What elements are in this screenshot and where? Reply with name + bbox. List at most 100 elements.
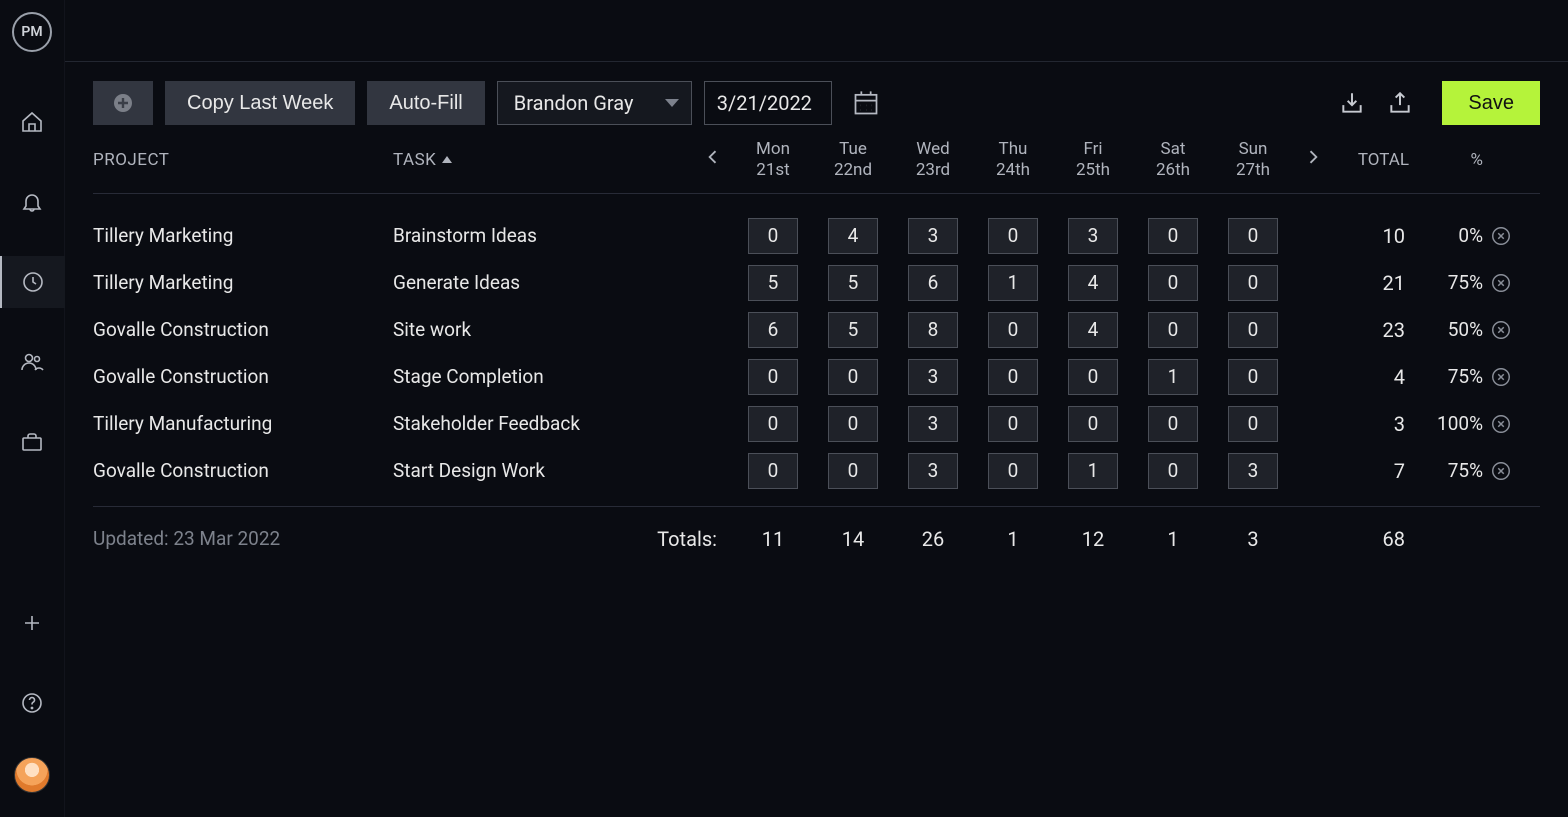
hours-input[interactable]: 0 <box>1148 406 1198 442</box>
column-total: 1 <box>1133 527 1213 551</box>
hours-input[interactable]: 1 <box>1148 359 1198 395</box>
delete-row-button[interactable] <box>1483 319 1519 341</box>
hours-input[interactable]: 0 <box>1228 265 1278 301</box>
chevron-right-icon <box>1303 147 1323 167</box>
hours-input[interactable]: 5 <box>828 265 878 301</box>
delete-row-button[interactable] <box>1483 413 1519 435</box>
hours-input[interactable]: 3 <box>908 406 958 442</box>
date-input[interactable]: 3/21/2022 <box>704 81 832 125</box>
column-total: 11 <box>733 527 813 551</box>
hours-input[interactable]: 0 <box>748 406 798 442</box>
hours-input[interactable]: 0 <box>1148 453 1198 489</box>
hours-input[interactable]: 3 <box>1068 218 1118 254</box>
close-circle-icon <box>1490 366 1512 388</box>
hours-input[interactable]: 3 <box>1228 453 1278 489</box>
nav-projects[interactable] <box>0 416 65 468</box>
export-button[interactable] <box>1382 85 1418 121</box>
hours-input[interactable]: 6 <box>908 265 958 301</box>
hours-input[interactable]: 4 <box>828 218 878 254</box>
hours-input[interactable]: 0 <box>988 406 1038 442</box>
table-row: Tillery MarketingBrainstorm Ideas0430300… <box>93 212 1540 259</box>
hours-input[interactable]: 0 <box>1068 359 1118 395</box>
task-cell: Site work <box>393 318 693 341</box>
hours-input[interactable]: 5 <box>828 312 878 348</box>
hours-input[interactable]: 0 <box>1068 406 1118 442</box>
user-avatar[interactable] <box>14 757 50 793</box>
nav-help[interactable] <box>0 677 65 729</box>
delete-row-button[interactable] <box>1483 225 1519 247</box>
hours-input[interactable]: 0 <box>828 453 878 489</box>
next-week-button[interactable] <box>1293 147 1333 172</box>
hours-input[interactable]: 3 <box>908 218 958 254</box>
column-total: 3 <box>1213 527 1293 551</box>
save-button[interactable]: Save <box>1442 81 1540 125</box>
table-row: Govalle ConstructionStart Design Work003… <box>93 447 1540 494</box>
clock-icon <box>21 270 45 294</box>
hours-input[interactable]: 0 <box>1228 312 1278 348</box>
nav-team[interactable] <box>0 336 65 388</box>
hours-input[interactable]: 0 <box>988 359 1038 395</box>
calendar-icon <box>852 89 880 117</box>
table-row: Tillery ManufacturingStakeholder Feedbac… <box>93 400 1540 447</box>
header-day: Mon21st <box>733 139 813 180</box>
grand-total: 68 <box>1333 527 1413 551</box>
hours-input[interactable]: 1 <box>1068 453 1118 489</box>
hours-input[interactable]: 0 <box>1148 265 1198 301</box>
nav-add[interactable] <box>0 597 65 649</box>
delete-row-button[interactable] <box>1483 460 1519 482</box>
header-day: Sat26th <box>1133 139 1213 180</box>
add-row-button[interactable] <box>93 81 153 125</box>
sidebar: PM <box>0 0 65 817</box>
hours-input[interactable]: 0 <box>1148 218 1198 254</box>
hours-input[interactable]: 3 <box>908 359 958 395</box>
bell-icon <box>20 190 44 214</box>
hours-input[interactable]: 0 <box>1148 312 1198 348</box>
hours-input[interactable]: 0 <box>988 218 1038 254</box>
header-percent: % <box>1413 150 1483 170</box>
plus-icon <box>20 611 44 635</box>
hours-input[interactable]: 0 <box>748 453 798 489</box>
delete-row-button[interactable] <box>1483 366 1519 388</box>
row-total: 4 <box>1333 365 1413 389</box>
hours-input[interactable]: 8 <box>908 312 958 348</box>
hours-input[interactable]: 0 <box>748 218 798 254</box>
hours-input[interactable]: 0 <box>748 359 798 395</box>
hours-input[interactable]: 4 <box>1068 265 1118 301</box>
hours-input[interactable]: 4 <box>1068 312 1118 348</box>
header-day: Fri25th <box>1053 139 1133 180</box>
hours-input[interactable]: 0 <box>1228 218 1278 254</box>
hours-input[interactable]: 5 <box>748 265 798 301</box>
nav-timesheets[interactable] <box>0 256 65 308</box>
nav-notifications[interactable] <box>0 176 65 228</box>
hours-input[interactable]: 6 <box>748 312 798 348</box>
row-total: 23 <box>1333 318 1413 342</box>
header-day: Sun27th <box>1213 139 1293 180</box>
hours-input[interactable]: 0 <box>1228 359 1278 395</box>
prev-week-button[interactable] <box>693 147 733 172</box>
calendar-button[interactable] <box>852 89 880 117</box>
hours-input[interactable]: 0 <box>828 406 878 442</box>
hours-input[interactable]: 1 <box>988 265 1038 301</box>
task-cell: Stage Completion <box>393 365 693 388</box>
user-select[interactable]: Brandon Gray <box>497 81 692 125</box>
totals-label: Totals: <box>393 527 733 551</box>
hours-input[interactable]: 0 <box>988 453 1038 489</box>
hours-input[interactable]: 3 <box>908 453 958 489</box>
import-button[interactable] <box>1334 85 1370 121</box>
date-value: 3/21/2022 <box>717 91 812 115</box>
row-percent: 100% <box>1413 412 1483 435</box>
row-total: 7 <box>1333 459 1413 483</box>
delete-row-button[interactable] <box>1483 272 1519 294</box>
column-total: 1 <box>973 527 1053 551</box>
header-task[interactable]: TASK <box>393 150 693 170</box>
close-circle-icon <box>1490 413 1512 435</box>
task-cell: Start Design Work <box>393 459 693 482</box>
auto-fill-button[interactable]: Auto-Fill <box>367 81 484 125</box>
nav-home[interactable] <box>0 96 65 148</box>
hours-input[interactable]: 0 <box>988 312 1038 348</box>
copy-last-week-button[interactable]: Copy Last Week <box>165 81 355 125</box>
table-header: PROJECT TASK Mon21stTue22ndWed23rdThu24t… <box>93 126 1540 194</box>
hours-input[interactable]: 0 <box>1228 406 1278 442</box>
hours-input[interactable]: 0 <box>828 359 878 395</box>
timesheet-table: PROJECT TASK Mon21stTue22ndWed23rdThu24t… <box>65 126 1568 570</box>
